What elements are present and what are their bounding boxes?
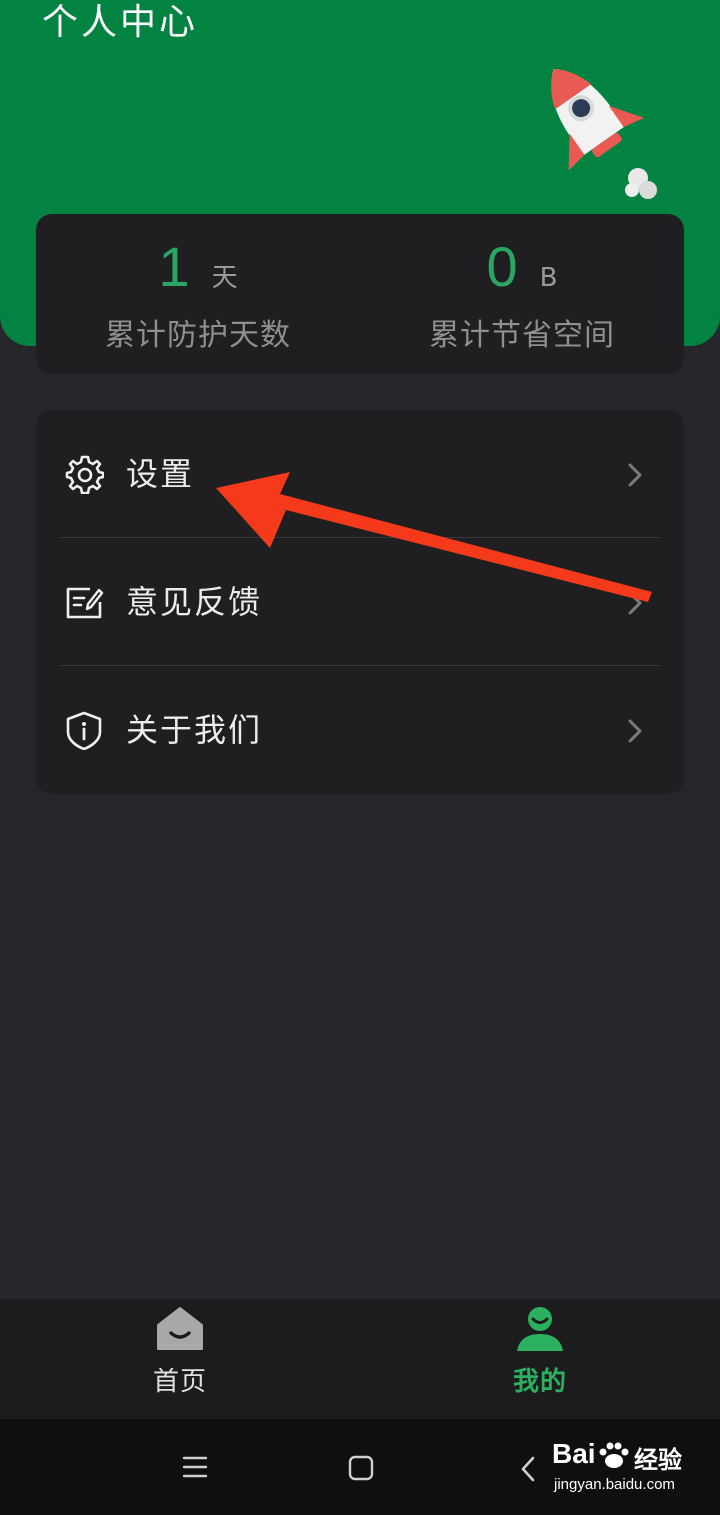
rocket-illustration bbox=[551, 68, 657, 199]
watermark: Bai 经验 jingyan.baidu.com bbox=[552, 1438, 692, 1502]
menu-item-settings[interactable]: 设置 bbox=[36, 410, 684, 538]
stat-unit: B bbox=[539, 263, 558, 293]
stat-protect-days: 1天 累计防护天数 bbox=[36, 214, 360, 374]
paw-icon bbox=[599, 1442, 629, 1468]
chevron-right-icon bbox=[628, 463, 642, 487]
shield-info-icon bbox=[66, 711, 102, 750]
back-icon[interactable] bbox=[518, 1455, 538, 1483]
watermark-brand: Bai bbox=[552, 1438, 596, 1469]
tab-mine[interactable]: 我的 bbox=[360, 1299, 720, 1419]
tab-home[interactable]: 首页 bbox=[0, 1299, 360, 1419]
menu-item-about[interactable]: 关于我们 bbox=[36, 666, 684, 794]
stat-value: 0 bbox=[486, 235, 518, 298]
menu-item-label: 关于我们 bbox=[126, 711, 263, 749]
tab-label: 我的 bbox=[512, 1367, 567, 1397]
bottom-tab-bar: 首页 我的 bbox=[0, 1299, 720, 1419]
watermark-url: jingyan.baidu.com bbox=[554, 1476, 675, 1493]
stat-value: 1 bbox=[158, 235, 190, 298]
home-square-icon[interactable] bbox=[348, 1455, 374, 1481]
page-title: 个人中心 bbox=[42, 2, 199, 43]
stat-saved-space: 0B 累计节省空间 bbox=[360, 214, 684, 374]
chevron-right-icon bbox=[628, 719, 642, 743]
stat-label: 累计节省空间 bbox=[429, 318, 615, 353]
feedback-icon bbox=[66, 587, 104, 619]
menu-card: 设置 意见反馈 关于我们 bbox=[36, 410, 684, 794]
menu-item-label: 设置 bbox=[126, 455, 195, 493]
gear-icon bbox=[65, 455, 104, 494]
menu-item-label: 意见反馈 bbox=[126, 583, 263, 621]
menu-icon[interactable] bbox=[182, 1455, 208, 1479]
chevron-right-icon bbox=[628, 591, 642, 615]
home-icon bbox=[157, 1307, 203, 1350]
menu-item-feedback[interactable]: 意见反馈 bbox=[36, 538, 684, 666]
tab-label: 首页 bbox=[152, 1367, 207, 1397]
stats-card: 1天 累计防护天数 0B 累计节省空间 bbox=[36, 214, 684, 374]
stat-label: 累计防护天数 bbox=[105, 318, 291, 353]
stat-unit: 天 bbox=[211, 263, 238, 293]
user-icon bbox=[517, 1307, 563, 1351]
watermark-suffix: 经验 bbox=[634, 1446, 682, 1474]
